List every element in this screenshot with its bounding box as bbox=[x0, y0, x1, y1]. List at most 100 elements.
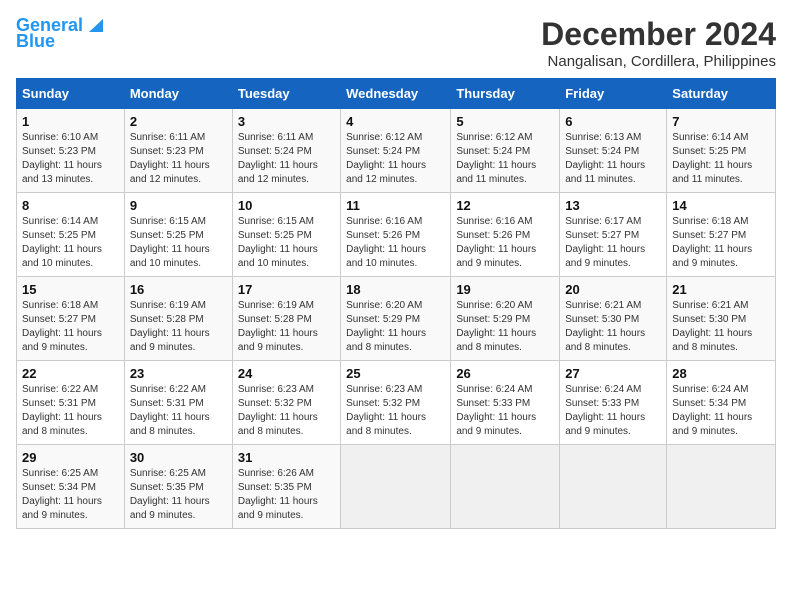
header-cell-sunday: Sunday bbox=[17, 79, 125, 109]
day-info: Sunrise: 6:19 AM Sunset: 5:28 PM Dayligh… bbox=[130, 299, 227, 355]
day-info: Sunrise: 6:23 AM Sunset: 5:32 PM Dayligh… bbox=[238, 383, 335, 439]
day-number: 28 bbox=[672, 366, 770, 381]
logo-subtext: Blue bbox=[16, 32, 55, 52]
day-number: 29 bbox=[22, 450, 119, 465]
day-number: 12 bbox=[456, 198, 554, 213]
day-info: Sunrise: 6:15 AM Sunset: 5:25 PM Dayligh… bbox=[130, 215, 227, 271]
day-number: 9 bbox=[130, 198, 227, 213]
location: Nangalisan, Cordillera, Philippines bbox=[541, 53, 776, 70]
calendar-table: SundayMondayTuesdayWednesdayThursdayFrid… bbox=[16, 78, 776, 529]
header-cell-friday: Friday bbox=[560, 79, 667, 109]
day-info: Sunrise: 6:14 AM Sunset: 5:25 PM Dayligh… bbox=[22, 215, 119, 271]
header-cell-saturday: Saturday bbox=[667, 79, 776, 109]
header-cell-wednesday: Wednesday bbox=[341, 79, 451, 109]
day-cell bbox=[451, 445, 560, 529]
day-cell: 14 Sunrise: 6:18 AM Sunset: 5:27 PM Dayli… bbox=[667, 193, 776, 277]
day-cell bbox=[667, 445, 776, 529]
day-number: 14 bbox=[672, 198, 770, 213]
day-info: Sunrise: 6:12 AM Sunset: 5:24 PM Dayligh… bbox=[456, 131, 554, 187]
day-info: Sunrise: 6:25 AM Sunset: 5:35 PM Dayligh… bbox=[130, 467, 227, 523]
week-row-3: 15Sunrise: 6:18 AM Sunset: 5:27 PM Dayli… bbox=[17, 277, 776, 361]
day-cell: 8 Sunrise: 6:14 AM Sunset: 5:25 PM Daylig… bbox=[17, 193, 125, 277]
day-number: 31 bbox=[238, 450, 335, 465]
day-info: Sunrise: 6:26 AM Sunset: 5:35 PM Dayligh… bbox=[238, 467, 335, 523]
day-cell: 2 Sunrise: 6:11 AM Sunset: 5:23 PM Daylig… bbox=[124, 109, 232, 193]
day-number: 23 bbox=[130, 366, 227, 381]
day-number: 30 bbox=[130, 450, 227, 465]
day-cell bbox=[560, 445, 667, 529]
day-info: Sunrise: 6:23 AM Sunset: 5:32 PM Dayligh… bbox=[346, 383, 445, 439]
day-number: 13 bbox=[565, 198, 661, 213]
day-number: 7 bbox=[672, 114, 770, 129]
day-info: Sunrise: 6:21 AM Sunset: 5:30 PM Dayligh… bbox=[565, 299, 661, 355]
day-cell: 6 Sunrise: 6:13 AM Sunset: 5:24 PM Daylig… bbox=[560, 109, 667, 193]
logo: General Blue bbox=[16, 16, 107, 52]
day-number: 3 bbox=[238, 114, 335, 129]
day-info: Sunrise: 6:15 AM Sunset: 5:25 PM Dayligh… bbox=[238, 215, 335, 271]
day-info: Sunrise: 6:20 AM Sunset: 5:29 PM Dayligh… bbox=[456, 299, 554, 355]
week-row-4: 22 Sunrise: 6:22 AM Sunset: 5:31 PM Dayli… bbox=[17, 361, 776, 445]
day-info: Sunrise: 6:10 AM Sunset: 5:23 PM Dayligh… bbox=[22, 131, 119, 187]
day-info: Sunrise: 6:24 AM Sunset: 5:33 PM Dayligh… bbox=[456, 383, 554, 439]
day-cell bbox=[341, 445, 451, 529]
day-number: 6 bbox=[565, 114, 661, 129]
day-cell: 10 Sunrise: 6:15 AM Sunset: 5:25 PM Dayli… bbox=[232, 193, 340, 277]
day-info: Sunrise: 6:22 AM Sunset: 5:31 PM Dayligh… bbox=[22, 383, 119, 439]
day-cell: 19Sunrise: 6:20 AM Sunset: 5:29 PM Dayli… bbox=[451, 277, 560, 361]
day-info: Sunrise: 6:19 AM Sunset: 5:28 PM Dayligh… bbox=[238, 299, 335, 355]
day-info: Sunrise: 6:16 AM Sunset: 5:26 PM Dayligh… bbox=[346, 215, 445, 271]
day-cell: 1 Sunrise: 6:10 AM Sunset: 5:23 PM Daylig… bbox=[17, 109, 125, 193]
month-title: December 2024 bbox=[541, 16, 776, 53]
day-number: 2 bbox=[130, 114, 227, 129]
day-number: 22 bbox=[22, 366, 119, 381]
day-info: Sunrise: 6:25 AM Sunset: 5:34 PM Dayligh… bbox=[22, 467, 119, 523]
day-number: 8 bbox=[22, 198, 119, 213]
day-cell: 27 Sunrise: 6:24 AM Sunset: 5:33 PM Dayli… bbox=[560, 361, 667, 445]
day-info: Sunrise: 6:24 AM Sunset: 5:33 PM Dayligh… bbox=[565, 383, 661, 439]
day-cell: 11Sunrise: 6:16 AM Sunset: 5:26 PM Dayli… bbox=[341, 193, 451, 277]
day-number: 4 bbox=[346, 114, 445, 129]
day-number: 1 bbox=[22, 114, 119, 129]
day-number: 24 bbox=[238, 366, 335, 381]
day-cell: 30 Sunrise: 6:25 AM Sunset: 5:35 PM Dayli… bbox=[124, 445, 232, 529]
week-row-5: 29 Sunrise: 6:25 AM Sunset: 5:34 PM Dayli… bbox=[17, 445, 776, 529]
day-number: 17 bbox=[238, 282, 335, 297]
day-cell: 31 Sunrise: 6:26 AM Sunset: 5:35 PM Dayli… bbox=[232, 445, 340, 529]
day-info: Sunrise: 6:24 AM Sunset: 5:34 PM Dayligh… bbox=[672, 383, 770, 439]
header-cell-tuesday: Tuesday bbox=[232, 79, 340, 109]
day-cell: 25 Sunrise: 6:23 AM Sunset: 5:32 PM Dayli… bbox=[341, 361, 451, 445]
day-cell: 23Sunrise: 6:22 AM Sunset: 5:31 PM Dayli… bbox=[124, 361, 232, 445]
day-number: 27 bbox=[565, 366, 661, 381]
day-cell: 24 Sunrise: 6:23 AM Sunset: 5:32 PM Dayli… bbox=[232, 361, 340, 445]
day-cell: 13 Sunrise: 6:17 AM Sunset: 5:27 PM Dayli… bbox=[560, 193, 667, 277]
day-info: Sunrise: 6:12 AM Sunset: 5:24 PM Dayligh… bbox=[346, 131, 445, 187]
day-number: 25 bbox=[346, 366, 445, 381]
title-block: December 2024 Nangalisan, Cordillera, Ph… bbox=[541, 16, 776, 70]
day-info: Sunrise: 6:17 AM Sunset: 5:27 PM Dayligh… bbox=[565, 215, 661, 271]
day-cell: 28 Sunrise: 6:24 AM Sunset: 5:34 PM Dayli… bbox=[667, 361, 776, 445]
day-info: Sunrise: 6:13 AM Sunset: 5:24 PM Dayligh… bbox=[565, 131, 661, 187]
week-row-2: 8 Sunrise: 6:14 AM Sunset: 5:25 PM Daylig… bbox=[17, 193, 776, 277]
day-number: 20 bbox=[565, 282, 661, 297]
day-info: Sunrise: 6:20 AM Sunset: 5:29 PM Dayligh… bbox=[346, 299, 445, 355]
header-cell-thursday: Thursday bbox=[451, 79, 560, 109]
day-cell: 5 Sunrise: 6:12 AM Sunset: 5:24 PM Daylig… bbox=[451, 109, 560, 193]
day-cell: 26 Sunrise: 6:24 AM Sunset: 5:33 PM Dayli… bbox=[451, 361, 560, 445]
day-cell: 22 Sunrise: 6:22 AM Sunset: 5:31 PM Dayli… bbox=[17, 361, 125, 445]
day-cell: 18Sunrise: 6:20 AM Sunset: 5:29 PM Dayli… bbox=[341, 277, 451, 361]
day-cell: 3Sunrise: 6:11 AM Sunset: 5:24 PM Daylig… bbox=[232, 109, 340, 193]
day-number: 5 bbox=[456, 114, 554, 129]
day-cell: 4 Sunrise: 6:12 AM Sunset: 5:24 PM Daylig… bbox=[341, 109, 451, 193]
day-cell: 16Sunrise: 6:19 AM Sunset: 5:28 PM Dayli… bbox=[124, 277, 232, 361]
day-info: Sunrise: 6:18 AM Sunset: 5:27 PM Dayligh… bbox=[672, 215, 770, 271]
day-cell: 20 Sunrise: 6:21 AM Sunset: 5:30 PM Dayli… bbox=[560, 277, 667, 361]
header-cell-monday: Monday bbox=[124, 79, 232, 109]
day-info: Sunrise: 6:16 AM Sunset: 5:26 PM Dayligh… bbox=[456, 215, 554, 271]
day-number: 15 bbox=[22, 282, 119, 297]
day-cell: 17 Sunrise: 6:19 AM Sunset: 5:28 PM Dayli… bbox=[232, 277, 340, 361]
day-cell: 15Sunrise: 6:18 AM Sunset: 5:27 PM Dayli… bbox=[17, 277, 125, 361]
day-info: Sunrise: 6:11 AM Sunset: 5:23 PM Dayligh… bbox=[130, 131, 227, 187]
day-number: 21 bbox=[672, 282, 770, 297]
day-number: 26 bbox=[456, 366, 554, 381]
day-number: 10 bbox=[238, 198, 335, 213]
